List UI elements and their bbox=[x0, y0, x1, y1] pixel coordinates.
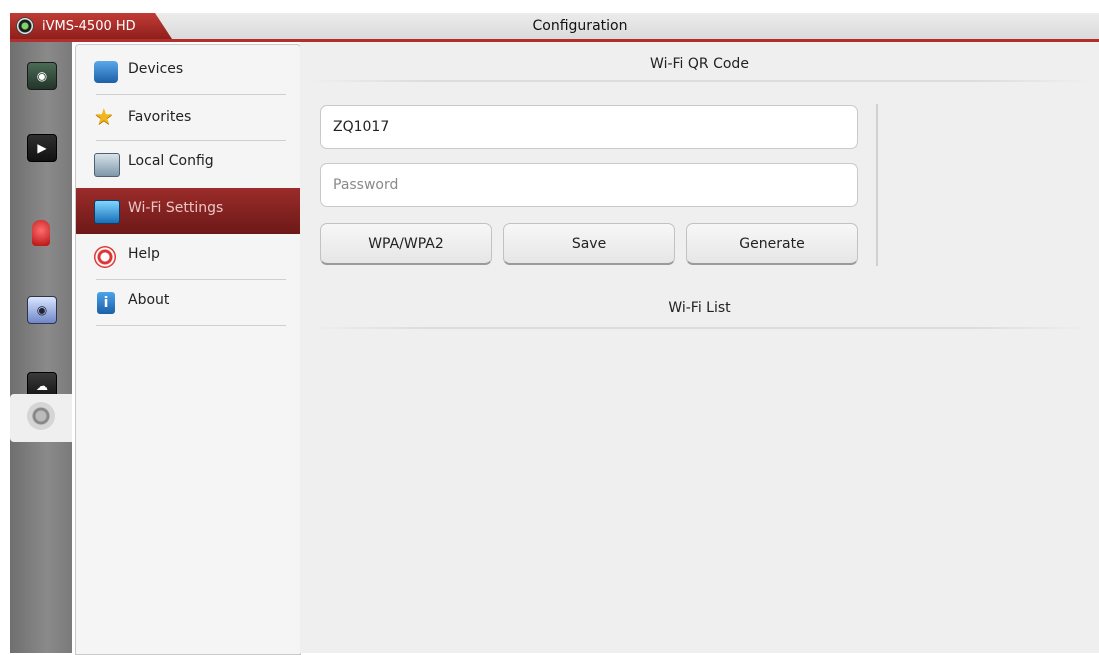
menu-item-label: Devices bbox=[128, 61, 184, 77]
ssid-input[interactable] bbox=[320, 105, 858, 149]
devices-icon bbox=[94, 61, 118, 83]
menu-item-label: Help bbox=[128, 246, 160, 262]
save-button[interactable]: Save bbox=[503, 223, 675, 265]
menu-item-wifi-settings[interactable]: Wi-Fi Settings bbox=[76, 188, 300, 234]
app-logo-icon bbox=[16, 17, 34, 35]
menu-item-favorites[interactable]: ★ Favorites bbox=[76, 95, 300, 141]
wifi-settings-panel: Wi-Fi QR Code WPA/WPA2 Save Generate Wi-… bbox=[300, 42, 1099, 653]
picture-icon[interactable]: ◉ bbox=[27, 296, 57, 324]
app-name: iVMS-4500 HD bbox=[42, 18, 136, 34]
divider bbox=[96, 325, 286, 326]
wifi-list-title: Wi-Fi List bbox=[668, 300, 731, 316]
password-input[interactable] bbox=[320, 163, 858, 207]
menu-item-help[interactable]: Help bbox=[76, 234, 300, 280]
title-bar: iVMS-4500 HD Configuration bbox=[10, 13, 1099, 42]
menu-item-local-config[interactable]: Local Config bbox=[76, 141, 300, 187]
app-tab[interactable]: iVMS-4500 HD bbox=[10, 13, 172, 39]
info-icon: i bbox=[97, 292, 115, 314]
qr-divider bbox=[876, 104, 878, 266]
section-divider bbox=[310, 80, 1090, 82]
configuration-icon bbox=[27, 402, 55, 430]
menu-item-label: About bbox=[128, 292, 170, 308]
live-view-icon[interactable]: ◉ bbox=[27, 62, 57, 90]
local-config-icon bbox=[94, 153, 120, 177]
menu-item-label: Local Config bbox=[128, 153, 214, 169]
menu-item-label: Wi-Fi Settings bbox=[128, 200, 224, 216]
playback-icon[interactable]: ▶ bbox=[27, 134, 57, 162]
generate-button[interactable]: Generate bbox=[686, 223, 858, 265]
wifi-settings-icon bbox=[94, 200, 120, 224]
icon-rail: ◉ ▶ ◉ ☁ bbox=[10, 42, 72, 653]
menu-item-devices[interactable]: Devices bbox=[76, 49, 300, 95]
rail-item-configuration[interactable] bbox=[10, 394, 72, 442]
help-icon bbox=[94, 246, 116, 268]
menu-item-about[interactable]: i About bbox=[76, 280, 300, 326]
wifi-qr-title: Wi-Fi QR Code bbox=[650, 56, 749, 72]
section-divider bbox=[310, 327, 1090, 329]
config-menu: Devices ★ Favorites Local Config Wi-Fi S… bbox=[75, 44, 301, 655]
star-icon: ★ bbox=[94, 105, 114, 130]
menu-item-label: Favorites bbox=[128, 109, 192, 125]
security-type-button[interactable]: WPA/WPA2 bbox=[320, 223, 492, 265]
window-title: Configuration bbox=[532, 18, 628, 34]
alarm-icon[interactable] bbox=[32, 220, 50, 246]
